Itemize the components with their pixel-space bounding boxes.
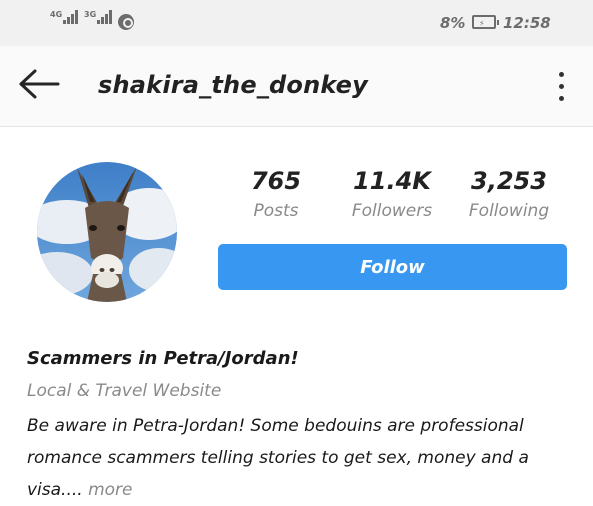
followers-count: 11.4K: [353, 167, 431, 195]
bio-category: Local & Travel Website: [27, 381, 222, 401]
followers-label: Followers: [351, 201, 433, 221]
status-bar: 4G 3G 8% ⚡ 12:58: [0, 0, 593, 46]
network-label-2: 3G: [84, 10, 97, 19]
profile-username: shakira_the_donkey: [98, 71, 369, 99]
bio-name: Scammers in Petra/Jordan!: [27, 348, 299, 369]
sync-status-icon: [118, 14, 134, 30]
signal-icon-1: 4G: [50, 10, 79, 24]
following-count: 3,253: [471, 167, 547, 195]
signal-icon-2: 3G: [84, 10, 113, 24]
posts-label: Posts: [253, 201, 299, 221]
app-bar: shakira_the_donkey: [0, 46, 593, 127]
follow-button[interactable]: Follow: [218, 244, 567, 290]
followers-stat[interactable]: 11.4K Followers: [337, 167, 447, 221]
battery-percent: 8%: [440, 14, 466, 32]
back-arrow-icon[interactable]: [18, 68, 60, 100]
bio-more-link[interactable]: more: [88, 480, 132, 500]
bio-text: Be aware in Petra-Jordan! Some bedouins …: [27, 410, 587, 506]
profile-avatar[interactable]: [37, 162, 177, 302]
following-stat[interactable]: 3,253 Following: [454, 167, 564, 221]
posts-count: 765: [250, 167, 302, 195]
more-options-icon[interactable]: [553, 70, 569, 104]
clock: 12:58: [503, 14, 551, 32]
following-label: Following: [468, 201, 550, 221]
posts-stat[interactable]: 765 Posts: [221, 167, 331, 221]
battery-icon: ⚡: [472, 15, 499, 29]
network-label-1: 4G: [50, 10, 63, 19]
